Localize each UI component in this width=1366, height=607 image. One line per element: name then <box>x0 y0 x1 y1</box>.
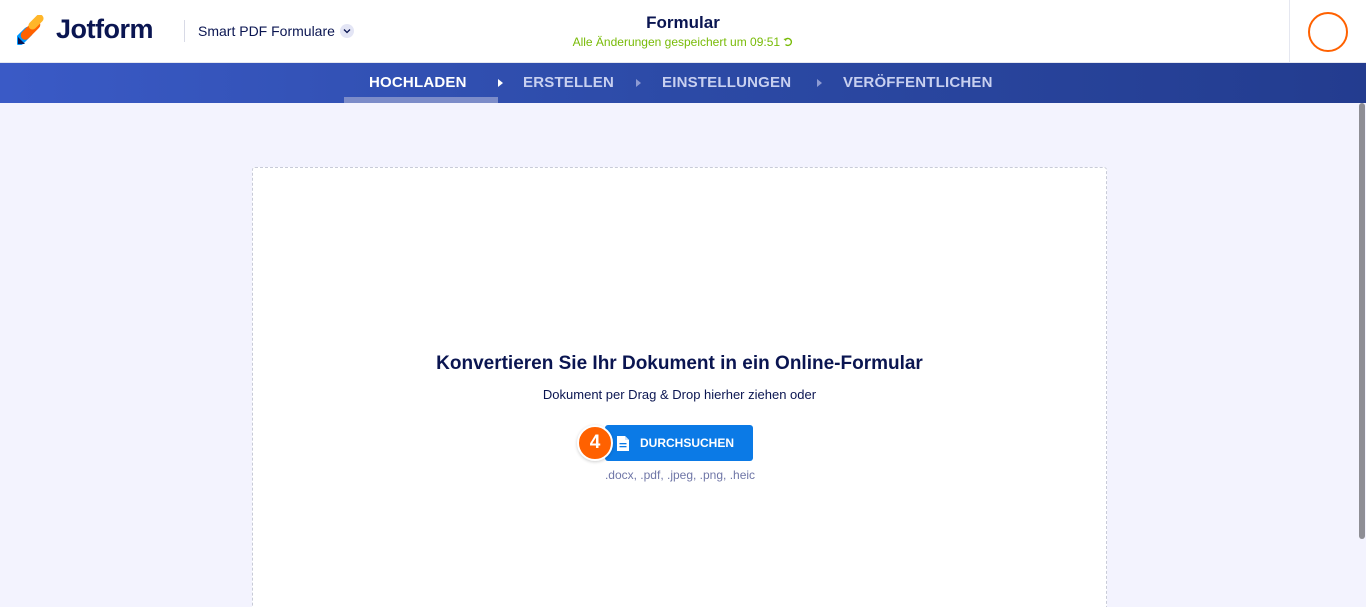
step-navigation: HOCHLADEN ERSTELLEN EINSTELLUNGEN VERÖFF… <box>0 63 1366 103</box>
tab-einstellungen[interactable]: EINSTELLUNGEN <box>662 63 791 103</box>
active-tab-indicator <box>344 97 498 103</box>
jotform-logo[interactable]: Jotform <box>14 13 154 45</box>
save-status: Alle Änderungen gespeichert um 09:51 <box>483 35 883 49</box>
tab-erstellen[interactable]: ERSTELLEN <box>523 63 614 103</box>
brand-name: Jotform <box>56 14 154 44</box>
nav-arrow-icon <box>636 63 641 103</box>
product-name: Smart PDF Formulare <box>198 23 335 39</box>
nav-arrow-icon <box>817 63 822 103</box>
undo-icon[interactable] <box>783 35 793 49</box>
tab-veroeffentlichen[interactable]: VERÖFFENTLICHEN <box>843 63 993 103</box>
step-number-badge: 4 <box>577 425 613 461</box>
nav-arrow-icon <box>498 63 503 103</box>
browse-button-label: DURCHSUCHEN <box>640 436 735 450</box>
upload-heading: Konvertieren Sie Ihr Dokument in ein Onl… <box>436 353 923 374</box>
form-title[interactable]: Formular <box>483 13 883 33</box>
chevron-down-icon <box>339 24 354 38</box>
supported-formats: .docx, .pdf, .jpeg, .png, .heic <box>604 468 756 482</box>
browse-button[interactable]: DURCHSUCHEN <box>605 425 753 461</box>
jotform-logo-icon <box>14 13 45 45</box>
save-status-text: Alle Änderungen gespeichert um 09:51 <box>572 35 781 49</box>
header-divider <box>184 20 185 42</box>
scrollbar-thumb[interactable] <box>1359 103 1365 539</box>
upload-subtitle: Dokument per Drag & Drop hierher ziehen … <box>542 387 817 402</box>
user-avatar[interactable] <box>1308 12 1348 52</box>
product-switcher[interactable]: Smart PDF Formulare <box>198 23 354 39</box>
header-right-divider <box>1289 0 1290 63</box>
document-icon <box>616 435 630 452</box>
top-bar: Jotform Smart PDF Formulare Formular All… <box>0 0 1366 63</box>
